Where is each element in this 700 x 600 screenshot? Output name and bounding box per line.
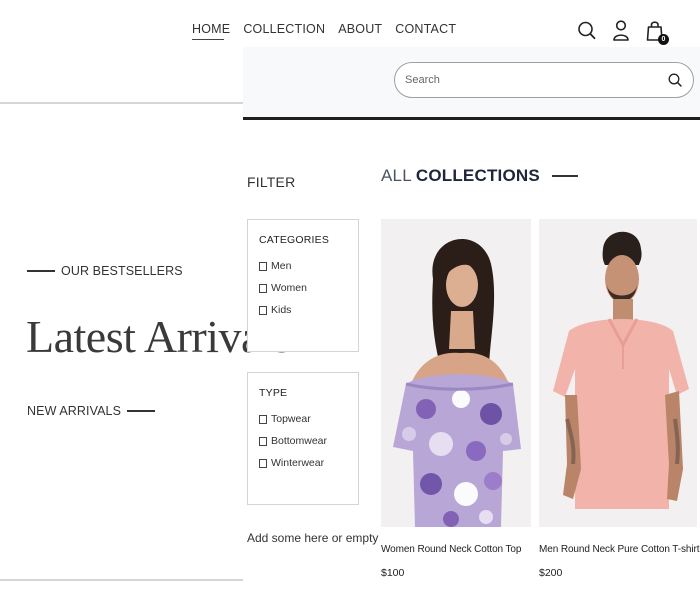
dash-line: [551, 175, 578, 177]
filter-type-heading: TYPE: [259, 387, 288, 399]
hero-eyebrow-label: OUR BESTSELLERS: [61, 264, 183, 278]
filter-title[interactable]: FILTER: [247, 174, 295, 190]
new-arrivals-link[interactable]: NEW ARRIVALS: [27, 404, 156, 418]
hero-eyebrow: OUR BESTSELLERS: [27, 264, 183, 278]
product-card[interactable]: Men Round Neck Pure Cotton T-shirt $200: [539, 219, 699, 579]
nav-icons: 0: [576, 18, 669, 45]
filter-option-label: Women: [271, 282, 307, 294]
cart-count-badge: 0: [658, 34, 669, 45]
profile-icon[interactable]: [610, 18, 632, 44]
nav-link-collection[interactable]: COLLECTION: [243, 22, 325, 36]
filter-note: Add some here or empty: [247, 531, 379, 545]
product-name[interactable]: Men Round Neck Pure Cotton T-shirt: [539, 544, 699, 555]
checkbox[interactable]: [259, 436, 267, 446]
collections-heading-main: COLLECTIONS: [415, 166, 540, 185]
collections-heading-pre: ALL: [381, 166, 412, 185]
hero-bottom-divider: [0, 579, 243, 581]
filter-option-label: Topwear: [271, 413, 311, 425]
search-submit-icon[interactable]: [667, 72, 683, 88]
checkbox[interactable]: [259, 458, 267, 468]
product-name[interactable]: Women Round Neck Cotton Top: [381, 544, 531, 555]
top-nav: HOME COLLECTION ABOUT CONTACT 0: [0, 20, 700, 45]
checkbox[interactable]: [259, 261, 267, 271]
nav-link-contact[interactable]: CONTACT: [395, 22, 456, 36]
product-image-women-floral-top[interactable]: [381, 219, 531, 527]
search-panel-divider: [243, 117, 700, 120]
search-bar: [394, 62, 694, 98]
new-arrivals-label: NEW ARRIVALS: [27, 404, 122, 418]
filter-categories-heading: CATEGORIES: [259, 234, 330, 246]
search-icon[interactable]: [576, 18, 598, 44]
filter-type-panel: TYPE Topwear Bottomwear Winterwear: [247, 372, 359, 505]
hero-top-divider: [0, 102, 243, 104]
filter-option-label: Kids: [271, 304, 292, 316]
search-input[interactable]: [405, 74, 667, 86]
product-price: $200: [539, 567, 563, 579]
filter-option-winterwear[interactable]: Winterwear: [259, 449, 358, 477]
checkbox[interactable]: [259, 305, 267, 315]
dash-line: [27, 270, 55, 272]
nav-link-about[interactable]: ABOUT: [338, 22, 382, 36]
filter-option-label: Bottomwear: [271, 435, 328, 447]
collections-heading: ALL COLLECTIONS: [381, 166, 578, 186]
filter-categories-panel: CATEGORIES Men Women Kids: [247, 219, 359, 352]
product-card[interactable]: Women Round Neck Cotton Top $100: [381, 219, 531, 579]
checkbox[interactable]: [259, 414, 267, 424]
filter-option-label: Men: [271, 260, 292, 272]
product-price: $100: [381, 567, 405, 579]
nav-links: HOME COLLECTION ABOUT CONTACT: [192, 22, 456, 40]
filter-option-kids[interactable]: Kids: [259, 296, 358, 324]
cart-icon[interactable]: 0: [644, 18, 669, 45]
nav-link-home[interactable]: HOME: [192, 22, 230, 40]
checkbox[interactable]: [259, 283, 267, 293]
filter-option-label: Winterwear: [271, 457, 325, 469]
dash-line: [127, 410, 156, 412]
product-image-men-pink-shirt[interactable]: [539, 219, 697, 527]
